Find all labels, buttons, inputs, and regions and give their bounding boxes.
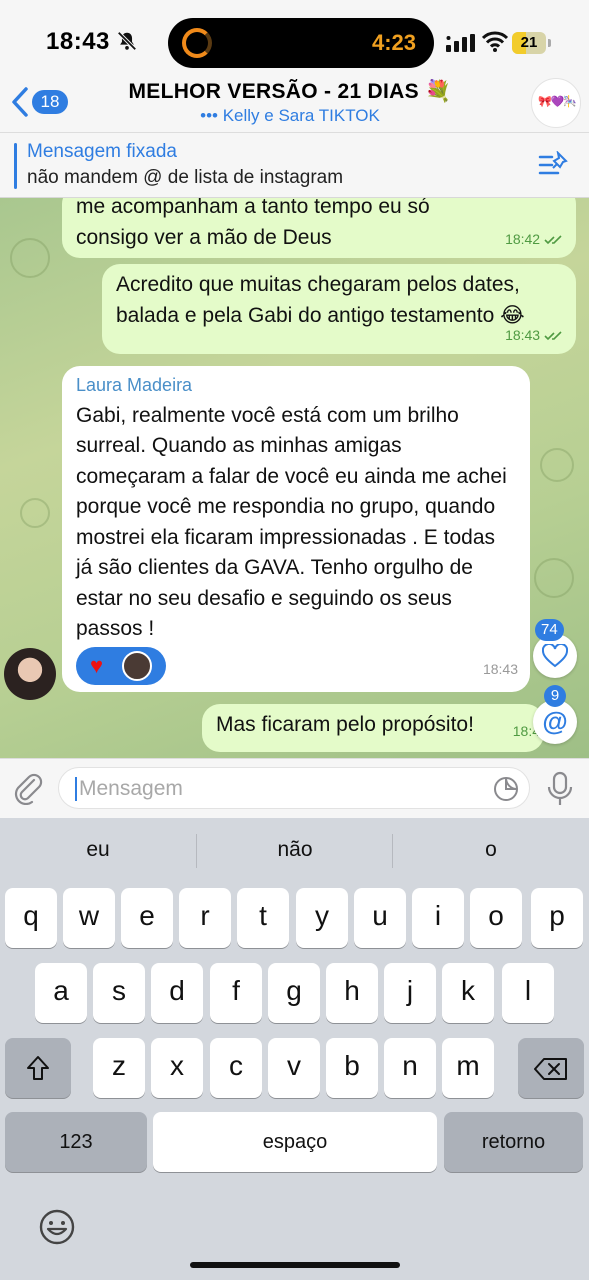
sticker-icon[interactable]	[493, 776, 519, 802]
outgoing-message[interactable]: Acredito que muitas chegaram pelos dates…	[102, 264, 576, 354]
key-w[interactable]: w	[63, 888, 115, 948]
sender-avatar[interactable]	[4, 648, 56, 700]
shift-key[interactable]	[5, 1038, 71, 1098]
key-r[interactable]: r	[179, 888, 231, 948]
backspace-icon	[534, 1058, 567, 1080]
key-z[interactable]: z	[93, 1038, 145, 1098]
outgoing-message[interactable]: me acompanham a tanto tempo eu só consig…	[62, 198, 576, 258]
chat-header: 18 MELHOR VERSÃO - 21 DIAS 💐 ••• Kelly e…	[0, 78, 589, 132]
key-b[interactable]: b	[326, 1038, 378, 1098]
message-meta: 18:43	[505, 320, 564, 351]
incoming-message[interactable]: Laura Madeira Gabi, realmente você está …	[62, 366, 530, 692]
key-p[interactable]: p	[531, 888, 583, 948]
key-k[interactable]: k	[442, 963, 494, 1023]
chat-title[interactable]: MELHOR VERSÃO - 21 DIAS 💐	[90, 80, 490, 104]
key-m[interactable]: m	[442, 1038, 494, 1098]
wifi-icon	[482, 31, 508, 52]
timer-ring-icon	[182, 28, 212, 58]
suggestion-2[interactable]: não	[197, 838, 393, 862]
key-v[interactable]: v	[268, 1038, 320, 1098]
cellular-signal-icon	[446, 34, 475, 52]
wallpaper-doodle	[534, 558, 574, 598]
outgoing-message[interactable]: Mas ficaram pelo propósito! 18:4	[202, 704, 544, 752]
key-f[interactable]: f	[210, 963, 262, 1023]
message-time: 18:43	[482, 660, 518, 677]
key-d[interactable]: d	[151, 963, 203, 1023]
back-chevron-icon[interactable]	[10, 86, 30, 118]
chat-area[interactable]: me acompanham a tanto tempo eu só consig…	[0, 198, 589, 758]
key-u[interactable]: u	[354, 888, 406, 948]
message-time: 18:43	[505, 326, 541, 343]
double-check-icon	[544, 235, 562, 244]
paperclip-icon[interactable]	[12, 771, 44, 805]
sender-name[interactable]: Laura Madeira	[76, 370, 516, 401]
chat-subtitle[interactable]: ••• Kelly e Sara TIKTOK	[90, 106, 490, 126]
mentions-count-badge: 9	[544, 685, 566, 707]
key-o[interactable]: o	[470, 888, 522, 948]
key-n[interactable]: n	[384, 1038, 436, 1098]
message-text: me acompanham a tanto tempo eu só consig…	[76, 198, 430, 249]
key-c[interactable]: c	[210, 1038, 262, 1098]
message-text: Gabi, realmente você está com um brilho …	[76, 403, 507, 641]
wallpaper-doodle	[10, 238, 50, 278]
message-reactions[interactable]: ♥	[76, 647, 166, 685]
message-meta: 18:42	[505, 224, 564, 255]
backspace-key[interactable]	[518, 1038, 584, 1098]
battery-indicator: 21	[512, 32, 546, 54]
unread-count-badge[interactable]: 18	[32, 90, 68, 114]
message-placeholder: Mensagem	[79, 777, 183, 800]
key-y[interactable]: y	[296, 888, 348, 948]
status-time: 18:43	[46, 28, 110, 55]
reaction-user-avatar	[122, 651, 152, 681]
key-j[interactable]: j	[384, 963, 436, 1023]
bell-muted-icon	[117, 31, 137, 51]
suggestion-3[interactable]: o	[393, 838, 589, 862]
return-key[interactable]: retorno	[444, 1112, 583, 1172]
double-check-icon	[544, 331, 562, 340]
group-avatar[interactable]: 🎀💜🎠	[531, 78, 581, 128]
emoji-icon[interactable]	[38, 1208, 76, 1246]
key-l[interactable]: l	[502, 963, 554, 1023]
status-bar: 18:43 4:23 21	[0, 0, 589, 80]
pinned-title: Mensagem fixada	[27, 141, 177, 162]
pinned-text: não mandem @ de lista de instagram	[27, 167, 344, 188]
wallpaper-doodle	[20, 498, 50, 528]
pinned-message-bar[interactable]: Mensagem fixada não mandem @ de lista de…	[0, 132, 589, 198]
keyboard: eu não o q w e r t y u i o p a s d f g h…	[0, 818, 589, 1280]
microphone-icon[interactable]	[546, 771, 574, 807]
message-text: Mas ficaram pelo propósito!	[216, 713, 474, 736]
key-h[interactable]: h	[326, 963, 378, 1023]
key-x[interactable]: x	[151, 1038, 203, 1098]
numbers-key[interactable]: 123	[5, 1112, 147, 1172]
space-key[interactable]: espaço	[153, 1112, 437, 1172]
battery-cap	[548, 39, 551, 47]
pinned-indicator	[14, 143, 17, 189]
home-indicator[interactable]	[190, 1262, 400, 1268]
reactions-count-badge: 74	[535, 619, 564, 641]
group-avatar-logo: 🎀💜🎠	[538, 96, 577, 108]
text-caret	[75, 777, 77, 801]
message-time: 18:42	[505, 230, 541, 247]
message-input[interactable]: Mensagem	[58, 767, 530, 809]
key-i[interactable]: i	[412, 888, 464, 948]
key-a[interactable]: a	[35, 963, 87, 1023]
message-input-bar: Mensagem	[0, 758, 589, 818]
key-e[interactable]: e	[121, 888, 173, 948]
suggestion-1[interactable]: eu	[0, 838, 196, 862]
message-text: Acredito que muitas chegaram pelos dates…	[116, 273, 525, 327]
key-s[interactable]: s	[93, 963, 145, 1023]
island-timer: 4:23	[371, 30, 416, 55]
shift-arrow-icon	[27, 1056, 49, 1080]
wallpaper-doodle	[540, 448, 574, 482]
key-t[interactable]: t	[237, 888, 289, 948]
heart-reaction-icon: ♥	[90, 653, 104, 678]
at-sign-icon: @	[542, 706, 568, 736]
pinned-list-icon[interactable]	[538, 151, 570, 179]
dynamic-island[interactable]: 4:23	[168, 18, 434, 68]
heart-outline-icon	[542, 644, 568, 668]
key-q[interactable]: q	[5, 888, 57, 948]
key-g[interactable]: g	[268, 963, 320, 1023]
battery-level: 21	[520, 34, 538, 51]
